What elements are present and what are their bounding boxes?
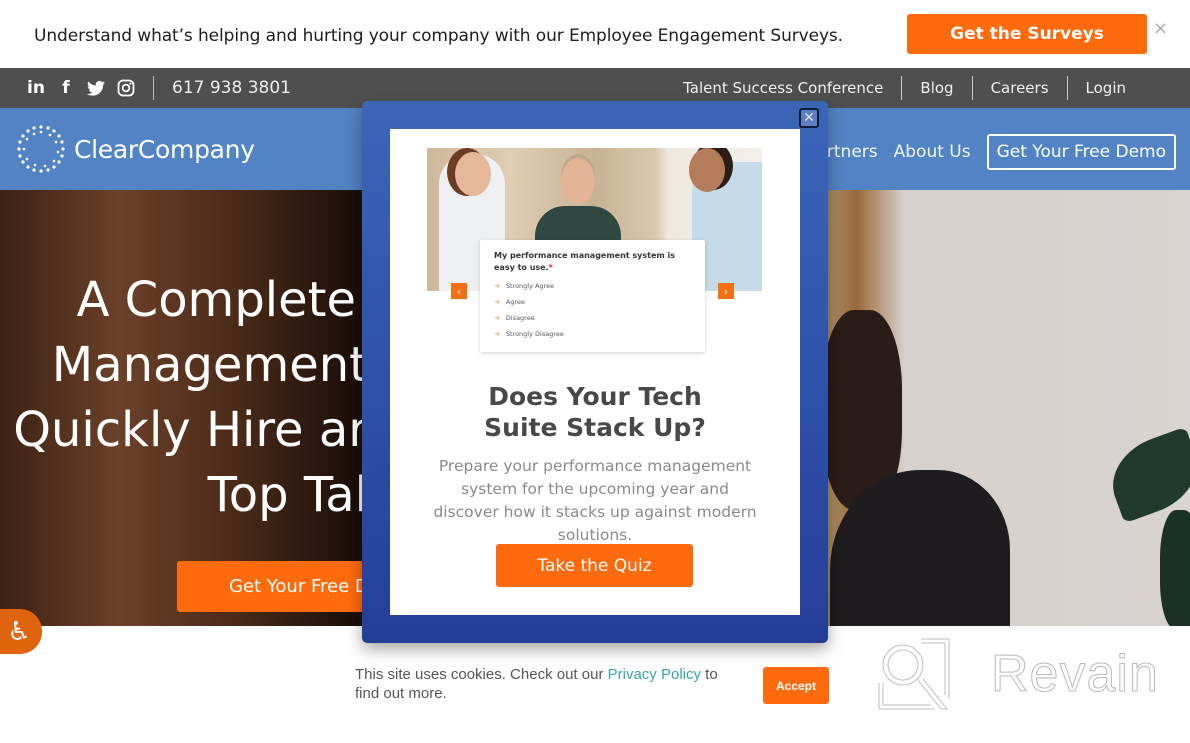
nav-about-us[interactable]: About Us [894,142,971,162]
quiz-preview-card: My performance management system is easy… [480,240,705,352]
modal-content: ‹ › My performance management system is … [390,129,800,615]
required-mark: * [548,263,553,272]
photo-person [455,152,491,196]
clearcompany-logo-icon [17,125,65,173]
accessibility-icon[interactable]: ♿ [0,609,42,654]
nav-links: Partners About Us Get Your Free Demo [807,134,1176,170]
link-careers[interactable]: Careers [971,76,1067,100]
social-links: in f [26,77,136,99]
instagram-icon[interactable] [116,77,136,99]
quiz-option: ➔ Strongly Disagree [494,330,564,338]
revain-text: Revain [991,645,1159,704]
hero-free-demo-button[interactable]: Get Your Free Demo [177,561,377,612]
close-icon[interactable]: × [1153,18,1168,39]
hero-image-plant [1100,426,1190,524]
accept-cookies-button[interactable]: Accept [763,667,829,704]
photo-person [689,148,725,192]
arrow-icon: ➔ [494,314,500,322]
modal-heading: Does Your Tech Suite Stack Up? [484,382,706,442]
revain-watermark: Revain [877,637,1159,711]
hero-title: A Complete Management Quickly Hire ar To… [13,272,368,523]
quiz-option: ➔ Strongly Agree [494,282,555,290]
close-icon[interactable]: ✕ [799,108,819,128]
link-blog[interactable]: Blog [901,76,971,100]
linkedin-icon[interactable]: in [26,77,46,99]
chevron-right-icon[interactable]: › [718,283,734,299]
cookie-text: This site uses cookies. Check out our Pr… [355,666,718,702]
logo-text: ClearCompany [74,134,255,164]
twitter-icon[interactable] [86,77,106,99]
quiz-modal: ✕ ‹ › My performance management system i… [362,101,828,643]
arrow-icon: ➔ [494,282,500,290]
announcement-bar: Understand what’s helping and hurting yo… [0,0,1190,68]
phone-number[interactable]: 617 938 3801 [172,78,291,98]
get-surveys-button[interactable]: Get the Surveys [907,14,1147,54]
take-quiz-button[interactable]: Take the Quiz [496,544,693,587]
divider [153,76,154,100]
modal-body-text: Prepare your performance management syst… [433,457,757,544]
quiz-option: ➔ Disagree [494,314,535,322]
link-talent-success-conference[interactable]: Talent Success Conference [665,76,901,100]
logo[interactable]: ClearCompany [14,122,255,176]
privacy-policy-link[interactable]: Privacy Policy [608,666,701,683]
link-login[interactable]: Login [1066,76,1144,100]
announcement-text: Understand what’s helping and hurting yo… [34,26,843,46]
arrow-icon: ➔ [494,330,500,338]
arrow-icon: ➔ [494,298,500,306]
nav-free-demo-button[interactable]: Get Your Free Demo [986,134,1176,170]
quiz-option: ➔ Agree [494,298,525,306]
revain-logo-icon [878,638,950,710]
quiz-question: My performance management system is easy… [494,251,676,272]
chevron-left-icon[interactable]: ‹ [451,283,467,299]
facebook-icon[interactable]: f [56,77,76,99]
hero-image-plant [1160,510,1190,626]
photo-person [561,158,595,204]
